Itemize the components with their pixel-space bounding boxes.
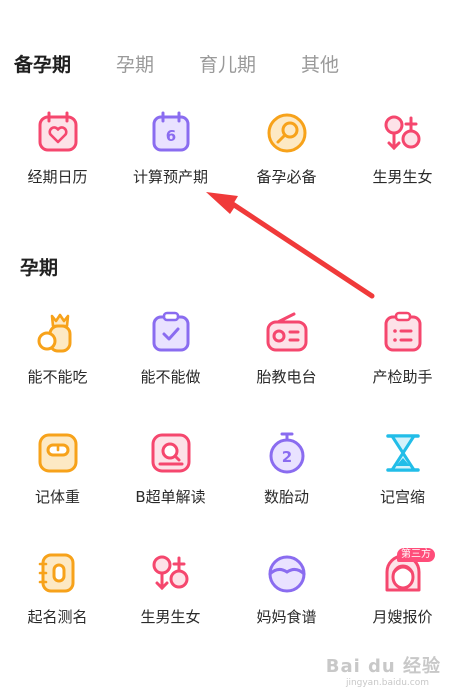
watermark-brand: Bai du 经验 — [325, 656, 441, 677]
tool-label: 产检助手 — [372, 368, 433, 386]
gender-icon — [148, 550, 194, 596]
egg-icon — [264, 110, 310, 156]
watermark-url: jingyan.baidu.com — [345, 678, 429, 688]
tool-kick-counter[interactable]: 2 数胎动 — [229, 430, 344, 520]
tool-contraction-timer[interactable]: 记宫缩 — [345, 430, 459, 520]
checklist-icon — [380, 310, 426, 356]
hourglass-icon — [380, 430, 426, 476]
tool-label: B超单解读 — [135, 488, 206, 506]
pineapple-icon — [35, 310, 81, 356]
tab-parenting[interactable]: 育儿期 — [199, 50, 256, 77]
svg-text:2: 2 — [281, 448, 291, 466]
tool-label: 妈妈食谱 — [256, 608, 317, 626]
radio-icon — [264, 310, 310, 356]
tool-label: 能不能吃 — [27, 368, 88, 386]
tool-mom-recipes[interactable]: 妈妈食谱 — [229, 550, 344, 640]
calendar-six-icon: 6 — [148, 110, 194, 156]
tool-ultrasound-reading[interactable]: B超单解读 — [113, 430, 228, 520]
tool-can-eat[interactable]: 能不能吃 — [0, 310, 115, 400]
clipboard-check-icon — [148, 310, 194, 356]
tool-weight-log[interactable]: 记体重 — [0, 430, 115, 520]
calendar-heart-icon — [35, 110, 81, 156]
tab-pregnancy[interactable]: 孕期 — [116, 50, 154, 77]
tab-preparing[interactable]: 备孕期 — [14, 50, 71, 77]
tool-label: 计算预产期 — [132, 168, 208, 186]
tool-label: 生男生女 — [372, 168, 433, 186]
tab-other[interactable]: 其他 — [301, 50, 339, 77]
tool-label: 备孕必备 — [256, 168, 317, 186]
tool-label: 数胎动 — [263, 488, 309, 506]
tool-period-calendar[interactable]: 经期日历 — [0, 110, 115, 200]
tool-name-test[interactable]: 起名测名 — [0, 550, 115, 640]
tool-boy-or-girl-2[interactable]: 生男生女 — [113, 550, 228, 640]
tool-label: 记宫缩 — [379, 488, 425, 506]
bowl-icon — [264, 550, 310, 596]
name-book-icon — [35, 550, 81, 596]
ultrasound-icon — [148, 430, 194, 476]
scale-icon — [35, 430, 81, 476]
tool-label: 胎教电台 — [256, 368, 317, 386]
section-title-pregnancy: 孕期 — [20, 257, 59, 279]
tool-due-date-calculator[interactable]: 6 计算预产期 — [113, 110, 228, 200]
tool-prenatal-radio[interactable]: 胎教电台 — [229, 310, 344, 400]
tool-label: 月嫂报价 — [372, 608, 433, 626]
gender-icon — [380, 110, 426, 156]
tool-label: 记体重 — [34, 488, 80, 506]
stopwatch-icon: 2 — [264, 430, 310, 476]
tool-label: 生男生女 — [140, 608, 201, 626]
tool-prep-essentials[interactable]: 备孕必备 — [229, 110, 344, 200]
tool-boy-or-girl[interactable]: 生男生女 — [345, 110, 459, 200]
svg-text:6: 6 — [165, 127, 175, 145]
tool-checkup-assistant[interactable]: 产检助手 — [345, 310, 459, 400]
tool-nanny-quote[interactable]: 第三方 月嫂报价 — [345, 548, 459, 640]
tool-label: 经期日历 — [27, 168, 88, 186]
third-party-badge: 第三方 — [397, 548, 435, 562]
tool-can-do[interactable]: 能不能做 — [113, 310, 228, 400]
tool-label: 能不能做 — [140, 368, 201, 386]
tool-label: 起名测名 — [27, 608, 88, 626]
